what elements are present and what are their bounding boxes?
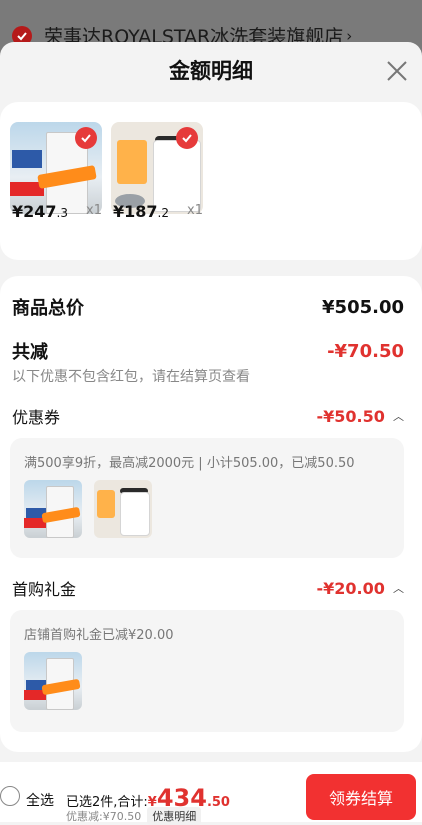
coupon-desc: 满500享9折，最高减2000元 | 小计505.00，已减50.50 [24, 456, 355, 471]
total-row: 商品总价 ¥505.00 [12, 294, 404, 320]
amount-detail-sheet: 金额明细 ¥ 247 .3 x1 ¥ 187 .2 x1 商品总价 ¥505.0… [0, 42, 422, 822]
reduce-note: 以下优惠不包含红包，请在结算页查看 [12, 369, 250, 385]
checkout-bar: 全选 已选2件,合计: ¥ 434 .50 优惠减:¥70.50 优惠明细 领券… [0, 762, 422, 825]
coupon-label: 优惠券 [12, 408, 61, 427]
reduce-note-row: 以下优惠不包含红包，请在结算页查看 [12, 366, 404, 386]
checkout-button[interactable]: 领券结算 [306, 774, 416, 820]
check-icon[interactable] [176, 127, 198, 149]
product-thumbnail[interactable] [111, 122, 203, 214]
product-quantity: x1 [187, 203, 203, 218]
washer-thumbnail [94, 480, 152, 538]
price-symbol: ¥ [12, 202, 24, 221]
total-value: ¥505.00 [322, 296, 404, 318]
products-card: ¥ 247 .3 x1 ¥ 187 .2 x1 [0, 102, 422, 260]
gift-value: -¥20.00 [316, 578, 385, 598]
select-all-label[interactable]: 全选 [26, 790, 54, 810]
gift-desc: 店铺首购礼金已减¥20.00 [24, 628, 174, 643]
reduce-value: -¥70.50 [327, 340, 404, 362]
gift-detail-box: 店铺首购礼金已减¥20.00 [10, 610, 404, 732]
check-icon[interactable] [75, 127, 97, 149]
price-integer: 247 [23, 202, 57, 221]
product-thumbnail[interactable] [10, 122, 102, 214]
product-price: ¥ 187 .2 [113, 202, 169, 221]
gift-label: 首购礼金 [12, 580, 77, 599]
product-item[interactable] [111, 122, 203, 214]
price-detail-card: 商品总价 ¥505.00 共减 -¥70.50 以下优惠不包含红包，请在结算页查… [0, 276, 422, 752]
price-integer: 187 [124, 202, 158, 221]
coupon-row[interactable]: 优惠券 -¥50.50 ︿ [12, 404, 404, 428]
price-symbol: ¥ [113, 202, 125, 221]
reduce-row: 共减 -¥70.50 [12, 338, 404, 364]
discount-detail-tag[interactable]: 优惠明细 [147, 807, 202, 825]
fridge-thumbnail [24, 652, 82, 710]
product-quantity: x1 [86, 203, 102, 218]
coupon-value: -¥50.50 [316, 406, 385, 426]
price-decimal: .3 [56, 206, 68, 220]
discount-summary: 优惠减:¥70.50 优惠明细 [66, 807, 202, 825]
close-icon[interactable] [386, 60, 408, 82]
chevron-up-icon[interactable]: ︿ [393, 580, 404, 596]
product-item[interactable] [10, 122, 102, 214]
product-price: ¥ 247 .3 [12, 202, 68, 221]
total-label: 商品总价 [12, 298, 84, 319]
chevron-up-icon[interactable]: ︿ [393, 408, 404, 424]
reduce-label: 共减 [12, 342, 48, 363]
fridge-thumbnail [24, 480, 82, 538]
total-decimal: .50 [206, 795, 230, 810]
gift-row[interactable]: 首购礼金 -¥20.00 ︿ [12, 576, 404, 600]
sheet-header: 金额明细 [0, 42, 422, 100]
price-decimal: .2 [157, 206, 169, 220]
sheet-title: 金额明细 [169, 59, 253, 83]
coupon-detail-box: 满500享9折，最高减2000元 | 小计505.00，已减50.50 [10, 438, 404, 558]
select-all-radio[interactable] [0, 786, 20, 806]
